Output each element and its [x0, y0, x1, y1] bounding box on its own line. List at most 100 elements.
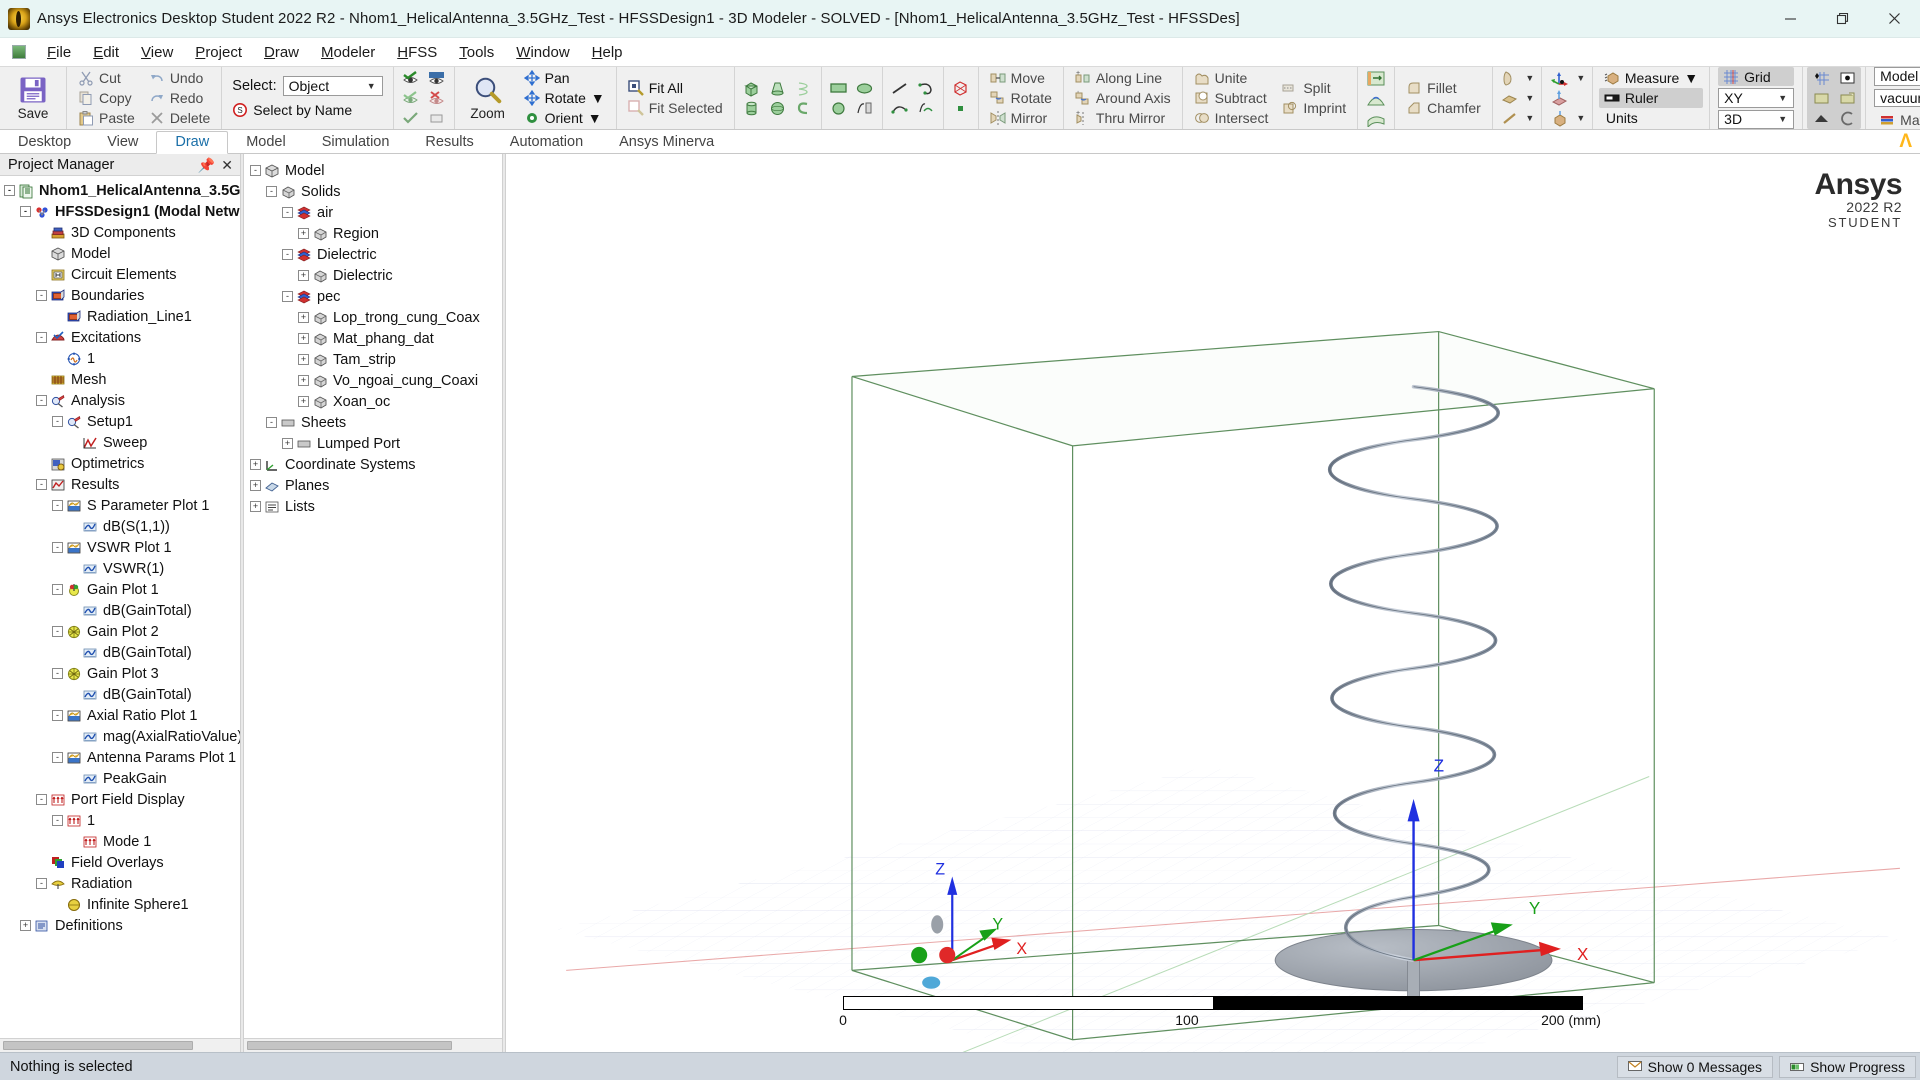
- cs-dropdown-icon[interactable]: ▼: [1574, 68, 1588, 88]
- tree-item[interactable]: Mesh: [0, 369, 240, 390]
- tree-item[interactable]: - Setup1: [0, 411, 240, 432]
- tree-item[interactable]: - Excitations: [0, 327, 240, 348]
- save-button[interactable]: Save: [6, 74, 60, 122]
- draw-spline-icon[interactable]: [887, 98, 913, 118]
- modeler-3d-viewport[interactable]: Z X Y Z X Y Ansys 2022 R2 STUDENT 0 100 …: [506, 154, 1920, 1052]
- collapse-toggle-icon[interactable]: -: [52, 500, 63, 511]
- draw-ellipse-icon[interactable]: [852, 78, 878, 98]
- tree-item[interactable]: - air: [244, 202, 502, 223]
- collapse-toggle-icon[interactable]: -: [36, 878, 47, 889]
- rotate-view-button[interactable]: Rotate ▼: [519, 88, 610, 108]
- tree-item[interactable]: - S Parameter Plot 1: [0, 495, 240, 516]
- chevron-down-icon[interactable]: ▼: [588, 110, 602, 126]
- wrap-sheet-icon[interactable]: [1497, 108, 1523, 128]
- tree-item[interactable]: + Dielectric: [244, 265, 502, 286]
- unite-button[interactable]: Unite: [1189, 68, 1274, 88]
- tree-item[interactable]: - Results: [0, 474, 240, 495]
- expand-toggle-icon[interactable]: +: [298, 333, 309, 344]
- model-tree-hscrollbar[interactable]: [244, 1038, 502, 1052]
- draw-equation-surface-icon[interactable]: [852, 98, 878, 118]
- expand-toggle-icon[interactable]: +: [298, 396, 309, 407]
- tree-item[interactable]: - Gain Plot 1: [0, 579, 240, 600]
- visibility-more-icon[interactable]: [424, 108, 450, 128]
- expand-toggle-icon[interactable]: +: [250, 501, 261, 512]
- close-button[interactable]: [1868, 0, 1920, 38]
- set-working-cs-icon[interactable]: [1546, 68, 1574, 88]
- tree-item[interactable]: + Xoan_oc: [244, 391, 502, 412]
- tab-automation[interactable]: Automation: [492, 132, 601, 153]
- sweep-along-vector-icon[interactable]: [1362, 68, 1390, 88]
- tab-ansys-minerva[interactable]: Ansys Minerva: [601, 132, 732, 153]
- collapse-toggle-icon[interactable]: -: [52, 542, 63, 553]
- grid-button[interactable]: Grid: [1718, 67, 1795, 87]
- tree-item[interactable]: -1: [0, 810, 240, 831]
- tree-item[interactable]: - VSWR Plot 1: [0, 537, 240, 558]
- show-progress-button[interactable]: Show Progress: [1779, 1055, 1916, 1078]
- show-selection-icon[interactable]: [424, 68, 450, 88]
- close-panel-icon[interactable]: ✕: [221, 158, 233, 172]
- snap-to-edge-icon[interactable]: [1834, 88, 1860, 108]
- redo-button[interactable]: Redo: [144, 88, 215, 108]
- menu-file[interactable]: File: [36, 42, 82, 63]
- tree-item[interactable]: + Vo_ngoai_cung_Coaxi: [244, 370, 502, 391]
- snap-to-point-icon[interactable]: [1834, 68, 1860, 88]
- collapse-toggle-icon[interactable]: -: [52, 668, 63, 679]
- collapse-toggle-icon[interactable]: -: [20, 206, 31, 217]
- project-tree[interactable]: -Nhom1_HelicalAntenna_3.5GHz_-HFSSDesign…: [0, 176, 240, 1038]
- copy-button[interactable]: Copy: [73, 88, 140, 108]
- tree-item[interactable]: - Antenna Params Plot 1: [0, 747, 240, 768]
- tree-item[interactable]: + Lop_trong_cung_Coax: [244, 307, 502, 328]
- expand-toggle-icon[interactable]: +: [20, 920, 31, 931]
- snap-to-grid-icon[interactable]: [1808, 68, 1834, 88]
- pin-icon[interactable]: 📌: [198, 158, 215, 172]
- menu-hfss[interactable]: HFSS: [386, 42, 448, 63]
- tree-item[interactable]: - Sheets: [244, 412, 502, 433]
- thicken-dropdown-icon[interactable]: ▼: [1523, 68, 1537, 88]
- split-button[interactable]: Split: [1277, 78, 1351, 98]
- tree-item[interactable]: Field Overlays: [0, 852, 240, 873]
- draw-cone-icon[interactable]: [765, 78, 791, 98]
- paste-button[interactable]: Paste: [73, 108, 140, 128]
- menu-help[interactable]: Help: [581, 42, 634, 63]
- collapse-toggle-icon[interactable]: -: [52, 416, 63, 427]
- sweep-along-path-icon[interactable]: [1362, 108, 1390, 128]
- collapse-toggle-icon[interactable]: -: [36, 794, 47, 805]
- expand-toggle-icon[interactable]: +: [298, 228, 309, 239]
- tree-item[interactable]: - Dielectric: [244, 244, 502, 265]
- scroll-thumb[interactable]: [247, 1041, 452, 1050]
- expand-toggle-icon[interactable]: +: [298, 312, 309, 323]
- menu-tools[interactable]: Tools: [448, 42, 505, 63]
- menu-draw[interactable]: Draw: [253, 42, 310, 63]
- chevron-down-icon[interactable]: ▼: [591, 90, 605, 106]
- draw-torus-icon[interactable]: [791, 98, 817, 118]
- tree-item[interactable]: dB(S(1,1)): [0, 516, 240, 537]
- menu-view[interactable]: View: [130, 42, 184, 63]
- expand-toggle-icon[interactable]: +: [250, 459, 261, 470]
- menu-window[interactable]: Window: [505, 42, 580, 63]
- minimize-button[interactable]: [1764, 0, 1816, 38]
- tree-item[interactable]: PeakGain: [0, 768, 240, 789]
- expand-toggle-icon[interactable]: +: [298, 270, 309, 281]
- menu-modeler[interactable]: Modeler: [310, 42, 386, 63]
- tree-item[interactable]: - Solids: [244, 181, 502, 202]
- menu-project[interactable]: Project: [184, 42, 253, 63]
- collapse-toggle-icon[interactable]: -: [52, 584, 63, 595]
- tab-view[interactable]: View: [89, 132, 156, 153]
- object-cs-icon[interactable]: [1546, 108, 1574, 128]
- draw-circle-icon[interactable]: [826, 98, 852, 118]
- collapse-toggle-icon[interactable]: -: [266, 417, 277, 428]
- tab-model[interactable]: Model: [228, 132, 304, 153]
- expand-toggle-icon[interactable]: +: [298, 354, 309, 365]
- tree-item[interactable]: Model: [0, 243, 240, 264]
- chamfer-button[interactable]: Chamfer: [1401, 98, 1486, 118]
- tree-item[interactable]: 3D Components: [0, 222, 240, 243]
- subtract-button[interactable]: Subtract: [1189, 88, 1274, 108]
- collapse-toggle-icon[interactable]: -: [282, 291, 293, 302]
- orient-button[interactable]: Orient ▼: [519, 108, 610, 128]
- tree-item[interactable]: Mode 1: [0, 831, 240, 852]
- hide-all-icon[interactable]: [424, 88, 450, 108]
- show-hidden-icon[interactable]: [398, 108, 424, 128]
- tree-item[interactable]: - Model: [244, 160, 502, 181]
- duplicate-thru-mirror-button[interactable]: + Thru Mirror: [1070, 108, 1176, 128]
- tree-item[interactable]: + Definitions: [0, 915, 240, 936]
